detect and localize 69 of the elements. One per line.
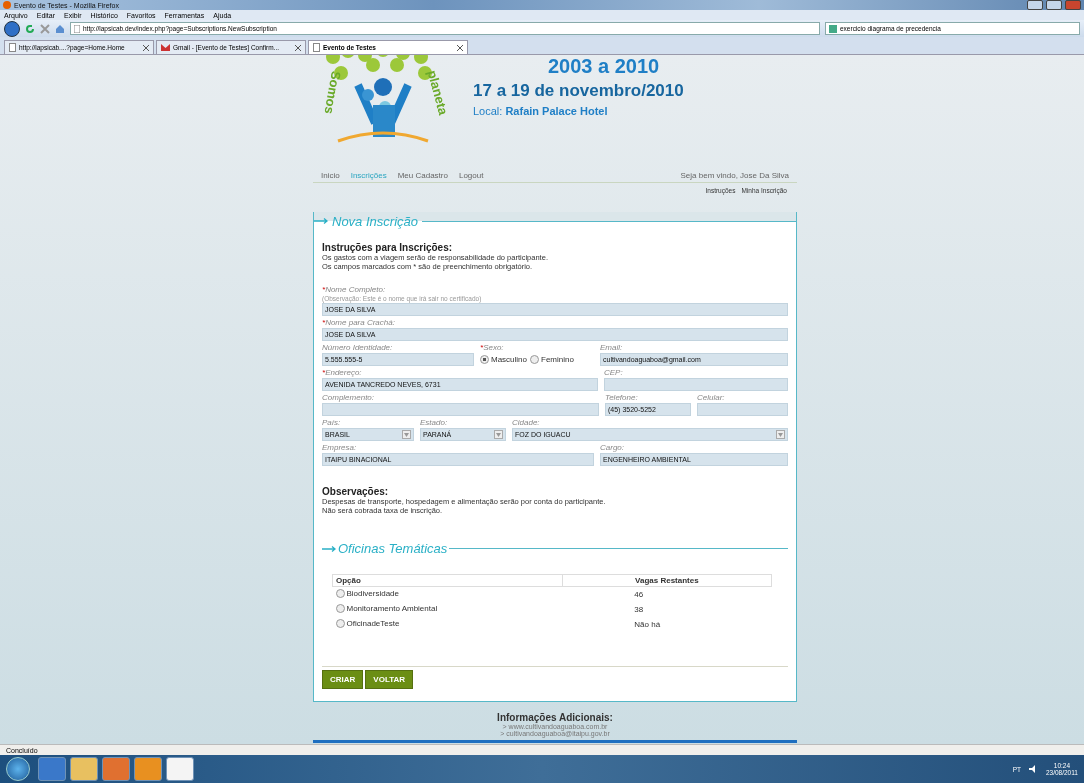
speaker-icon[interactable] bbox=[1028, 765, 1038, 773]
taskbar-app-icon[interactable] bbox=[134, 757, 162, 781]
search-engine-icon[interactable] bbox=[829, 24, 837, 33]
field-label: *Nome para Crachá: bbox=[322, 318, 396, 328]
logo-word: planeta bbox=[424, 68, 451, 117]
form-legend: Nova Inscrição bbox=[332, 213, 418, 229]
taskbar-app-icon[interactable] bbox=[166, 757, 194, 781]
close-icon[interactable] bbox=[143, 44, 149, 51]
field-label: Número Identidade: bbox=[322, 343, 394, 353]
minimize-button[interactable] bbox=[1027, 0, 1043, 10]
field-label: Complemento: bbox=[322, 393, 376, 403]
arrow-icon bbox=[314, 217, 330, 225]
field-label: Celular: bbox=[697, 393, 726, 403]
page-icon bbox=[9, 43, 16, 52]
close-icon[interactable] bbox=[295, 44, 301, 51]
back-button[interactable]: VOLTAR bbox=[365, 670, 414, 689]
table-cell: 46 bbox=[562, 586, 772, 602]
footer-title: Informações Adicionais: bbox=[497, 712, 613, 723]
nav-link[interactable]: Meu Cadastro bbox=[397, 171, 448, 180]
workshop-option[interactable]: OficinadeTeste bbox=[335, 619, 400, 628]
column-header: Vagas Restantes bbox=[562, 574, 772, 587]
radio-option[interactable]: Feminino bbox=[530, 355, 574, 364]
field-label: *Sexo: bbox=[480, 343, 505, 353]
caret-icon bbox=[776, 430, 785, 439]
field-label: Cidade: bbox=[512, 418, 541, 428]
stop-icon[interactable] bbox=[40, 23, 50, 34]
section-heading: Instruções para Inscrições: bbox=[322, 242, 454, 253]
page-icon bbox=[313, 43, 320, 52]
section-legend: Oficinas Temáticas bbox=[338, 541, 448, 556]
arrow-icon bbox=[322, 544, 338, 553]
caret-icon bbox=[494, 430, 503, 439]
back-button[interactable] bbox=[4, 20, 20, 37]
close-icon[interactable] bbox=[457, 44, 463, 51]
event-dates: 17 a 19 de novembro/2010 bbox=[473, 81, 684, 101]
field-label: Cargo: bbox=[600, 443, 625, 453]
section-heading: Observações: bbox=[322, 486, 390, 497]
input-field[interactable] bbox=[322, 403, 599, 416]
table-cell-text: Não há bbox=[633, 619, 662, 631]
field-label: *Nome Completo: bbox=[322, 285, 387, 295]
taskbar-app-icon[interactable] bbox=[70, 757, 98, 781]
home-icon[interactable] bbox=[55, 23, 65, 34]
field-label: País: bbox=[322, 418, 342, 428]
radio-option[interactable]: Masculino bbox=[480, 355, 527, 364]
create-button[interactable]: CRIAR bbox=[322, 670, 364, 689]
taskbar-app-icon[interactable] bbox=[38, 757, 66, 781]
field-label: CEP: bbox=[604, 368, 624, 378]
field-label: Email: bbox=[600, 343, 624, 353]
firefox-icon bbox=[3, 1, 11, 9]
event-location: Local: Rafain Palace Hotel bbox=[473, 105, 609, 117]
field-label: Estado: bbox=[420, 418, 449, 428]
input-field[interactable] bbox=[697, 403, 788, 416]
welcome-text: Seja bem vindo, Jose Da Silva bbox=[680, 171, 789, 180]
caret-icon bbox=[402, 430, 411, 439]
start-button[interactable] bbox=[6, 757, 30, 781]
field-label: Empresa: bbox=[322, 443, 358, 453]
nav-link[interactable]: Logout bbox=[458, 171, 484, 180]
reload-icon[interactable] bbox=[25, 23, 35, 34]
nav-link[interactable]: Inicio bbox=[321, 171, 340, 180]
workshop-option[interactable]: Biodiversidade bbox=[335, 589, 399, 598]
gmail-icon bbox=[161, 44, 170, 51]
field-label: *Endereço: bbox=[322, 368, 363, 378]
field-label: Telefone: bbox=[605, 393, 639, 403]
workshop-option[interactable]: Monitoramento Ambiental bbox=[335, 604, 438, 613]
logo-word: Somos bbox=[321, 69, 344, 116]
input-field[interactable] bbox=[604, 378, 788, 391]
event-years: 2003 a 2010 bbox=[548, 55, 661, 77]
column-header: Opção bbox=[332, 574, 563, 587]
table-cell-text: 38 bbox=[633, 604, 645, 616]
maximize-button[interactable] bbox=[1046, 0, 1062, 10]
